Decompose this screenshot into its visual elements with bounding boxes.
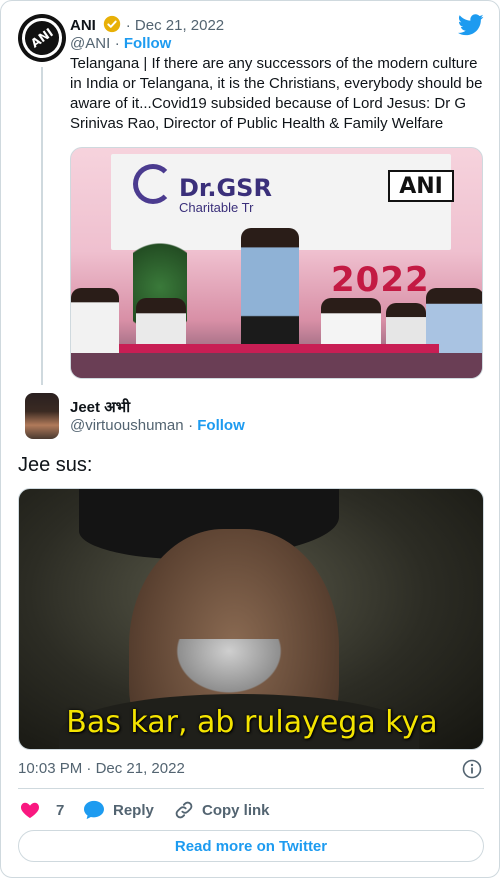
quoted-follow-button[interactable]: Follow [124,35,172,52]
read-more-button[interactable]: Read more on Twitter [18,830,484,862]
speaker-figure [241,228,299,353]
ani-logo: ANI [18,14,66,62]
divider [18,788,484,789]
ani-watermark-badge: ANI [388,170,454,202]
banner-title: Dr.GSR [179,174,272,202]
jeet-avatar[interactable] [25,393,59,439]
tweet-embed-card: ANI ANI · Dec 21, 2022 @ANI · Follow Tel… [0,0,500,878]
tweet-date[interactable]: Dec 21, 2022 [96,760,185,777]
quoted-author-name[interactable]: ANI [70,17,96,34]
tweet-time[interactable]: 10:03 PM [18,760,82,777]
verified-badge-icon [104,15,121,33]
quoted-handle[interactable]: @ANI [70,35,110,52]
ani-avatar[interactable]: ANI [18,14,66,62]
quoted-tweet-text: Telangana | If there are any successors … [70,55,483,132]
follow-button[interactable]: Follow [197,417,245,434]
quoted-author-row: ANI · Dec 21, 2022 [70,15,225,34]
quoted-media-image[interactable]: Dr.GSR Charitable Tr 2022 ANI [70,147,483,379]
banner-subtitle: Charitable Tr [179,200,254,215]
link-icon [175,801,193,819]
like-action[interactable]: 7 [20,800,64,820]
banner-year: 2022 [331,260,430,300]
stage-floor [71,353,482,378]
meme-caption: Bas kar, ab rulayega kya [66,705,438,740]
reply-bubble-icon [84,800,104,820]
tweet-media-image[interactable]: Bas kar, ab rulayega kya [18,488,484,750]
thread-line [41,67,43,385]
banner-logo [133,164,173,204]
heart-icon [20,802,40,818]
author-name-row: Jeet अभी [70,397,130,417]
author-handle[interactable]: @virtuoushuman [70,417,184,434]
copy-link-label: Copy link [202,801,270,819]
seated-person [71,288,119,358]
author-name[interactable]: Jeet अभी [70,399,130,416]
tweet-text: Jee sus: [18,454,93,476]
reply-label: Reply [113,801,154,819]
author-handle-row: @virtuoushuman · Follow [70,417,245,434]
quoted-handle-row: @ANI · Follow [70,35,172,52]
timestamp-row: 10:03 PM · Dec 21, 2022 [18,760,185,777]
reply-action[interactable]: Reply [83,800,154,820]
info-icon[interactable] [462,759,482,779]
quoted-date[interactable]: Dec 21, 2022 [135,17,224,34]
like-count: 7 [56,801,65,819]
copy-link-action[interactable]: Copy link [174,800,270,820]
twitter-bird-icon[interactable] [458,14,484,36]
beard-shape [169,639,289,699]
